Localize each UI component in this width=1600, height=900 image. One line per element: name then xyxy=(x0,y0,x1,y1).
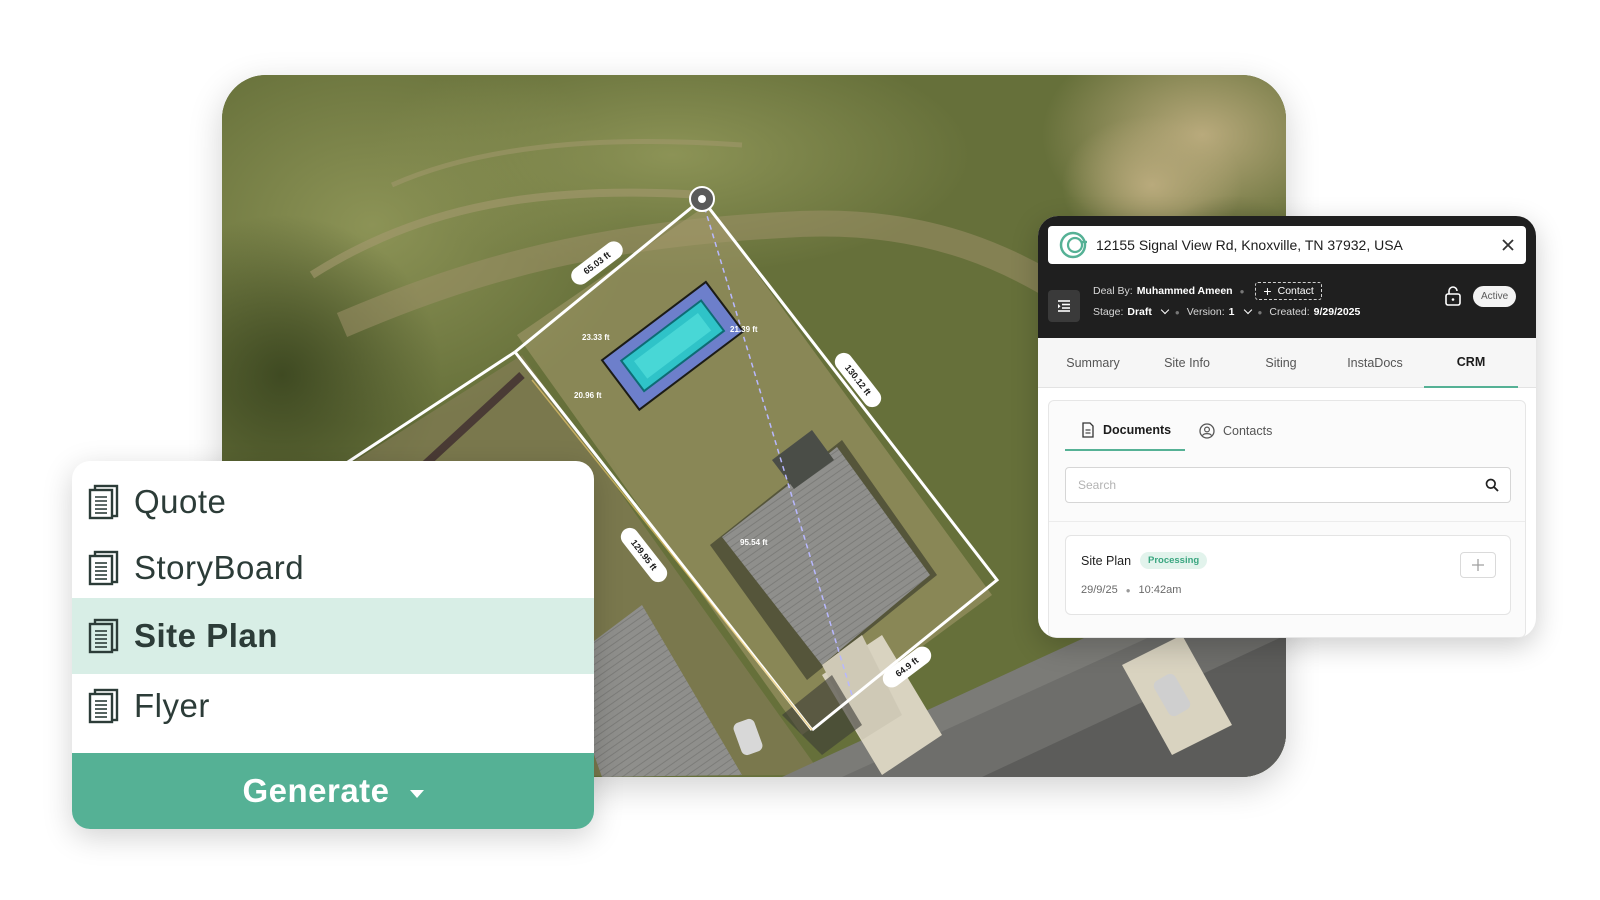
tab-siting[interactable]: Siting xyxy=(1236,338,1326,388)
close-icon[interactable] xyxy=(1490,227,1526,263)
contact-button-label: Contact xyxy=(1277,285,1314,297)
plus-icon: + xyxy=(1263,283,1272,299)
document-time: 10:42am xyxy=(1138,584,1182,596)
stage-chevron-down-icon[interactable] xyxy=(1160,305,1170,315)
crm-header: 12155 Signal View Rd, Knoxville, TN 3793… xyxy=(1038,216,1536,338)
brand-logo-icon xyxy=(1059,231,1087,259)
search-icon[interactable] xyxy=(1474,468,1510,502)
menu-item-quote[interactable]: Quote xyxy=(72,469,594,535)
deal-by-label: Deal By: xyxy=(1093,285,1133,297)
menu-item-flyer[interactable]: Flyer xyxy=(72,673,594,739)
address-bar[interactable]: 12155 Signal View Rd, Knoxville, TN 3793… xyxy=(1048,226,1526,264)
stage-meta-row: Stage: Draft ● Version: 1 ● Created: 9/2… xyxy=(1093,305,1361,318)
menu-item-label: StoryBoard xyxy=(134,549,305,586)
divider xyxy=(1049,521,1525,522)
crm-panel: 12155 Signal View Rd, Knoxville, TN 3793… xyxy=(1038,216,1536,638)
tab-instadocs[interactable]: InstaDocs xyxy=(1330,338,1420,388)
generate-button[interactable]: Generate xyxy=(72,753,594,829)
tab-crm[interactable]: CRM xyxy=(1424,338,1518,388)
search-input[interactable] xyxy=(1078,478,1474,492)
document-icon xyxy=(88,484,119,520)
document-date: 29/9/25 xyxy=(1081,584,1118,596)
stage-label: Stage: xyxy=(1093,306,1124,318)
document-icon xyxy=(88,688,119,724)
version-label: Version: xyxy=(1186,306,1225,318)
subtab-documents-label: Documents xyxy=(1103,423,1172,437)
document-icon xyxy=(88,550,119,586)
add-document-button[interactable] xyxy=(1460,552,1496,578)
menu-item-site-plan[interactable]: Site Plan xyxy=(72,598,594,674)
unlock-icon[interactable] xyxy=(1444,286,1462,306)
stage: 65.03 ft 130.12 ft 129.95 ft 64.9 ft 95.… xyxy=(0,0,1600,900)
measure-pool-right: 21.39 ft xyxy=(730,325,758,334)
plus-icon xyxy=(1472,559,1484,571)
document-icon xyxy=(1082,422,1094,438)
document-title: Site Plan xyxy=(1081,554,1132,568)
search-field[interactable] xyxy=(1065,467,1511,503)
created-label: Created: xyxy=(1269,306,1310,318)
created-value: 9/29/2025 xyxy=(1313,306,1361,318)
user-circle-icon xyxy=(1199,423,1215,439)
stage-value: Draft xyxy=(1127,306,1152,318)
version-chevron-down-icon[interactable] xyxy=(1243,305,1252,315)
menu-item-label: Site Plan xyxy=(134,617,278,654)
document-type-menu: Quote StoryBoard Site Plan Flyer Generat… xyxy=(72,461,594,829)
crm-tabs: Summary Site Info Siting InstaDocs CRM xyxy=(1038,338,1536,388)
tab-site-info[interactable]: Site Info xyxy=(1142,338,1232,388)
measure-diagonal: 95.54 ft xyxy=(740,538,768,547)
status-badge: Active xyxy=(1473,286,1517,307)
measure-pool-bottom-left: 20.96 ft xyxy=(574,391,602,400)
collapse-menu-button[interactable] xyxy=(1048,290,1080,322)
document-timestamp: 29/9/25 ● 10:42am xyxy=(1081,584,1182,596)
crm-content: Documents Contacts Site Plan Proces xyxy=(1048,400,1526,638)
version-value: 1 xyxy=(1228,306,1235,318)
address-text: 12155 Signal View Rd, Knoxville, TN 3793… xyxy=(1096,237,1403,253)
deal-by-value: Muhammed Ameen xyxy=(1136,285,1233,297)
measure-pool-left: 23.33 ft xyxy=(582,333,610,342)
subtab-contacts-label: Contacts xyxy=(1223,424,1273,438)
menu-item-storyboard[interactable]: StoryBoard xyxy=(72,535,594,601)
caret-down-icon xyxy=(409,790,424,798)
document-card[interactable]: Site Plan Processing 29/9/25 ● 10:42am xyxy=(1065,535,1511,615)
deal-meta-row: Deal By: Muhammed Ameen ● + Contact xyxy=(1093,282,1322,300)
menu-item-label: Flyer xyxy=(134,687,210,724)
subtab-documents[interactable]: Documents xyxy=(1065,411,1185,451)
document-icon xyxy=(88,618,119,654)
tab-summary[interactable]: Summary xyxy=(1048,338,1138,388)
menu-item-label: Quote xyxy=(134,483,227,520)
list-indent-icon xyxy=(1058,300,1070,312)
add-contact-button[interactable]: + Contact xyxy=(1255,282,1322,300)
processing-badge: Processing xyxy=(1140,552,1208,569)
generate-button-label: Generate xyxy=(242,772,390,809)
subtab-contacts[interactable]: Contacts xyxy=(1199,411,1309,451)
